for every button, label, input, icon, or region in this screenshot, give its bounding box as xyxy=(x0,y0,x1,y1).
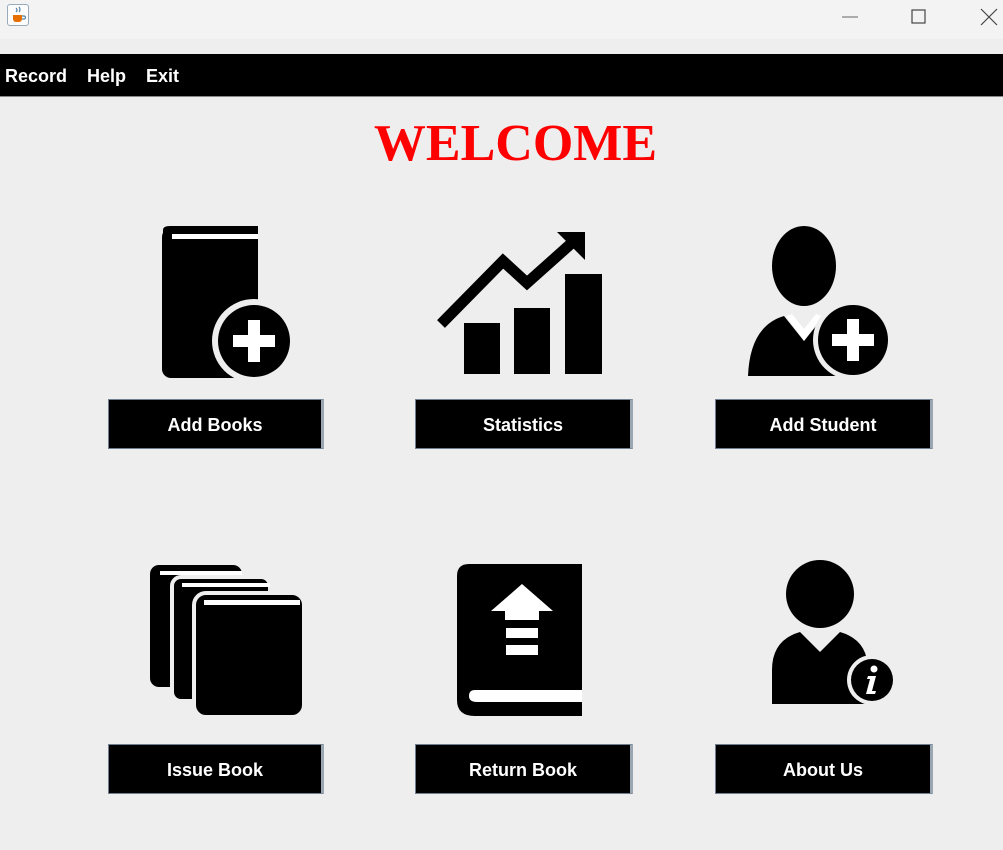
book-upload-icon xyxy=(455,564,585,723)
java-cup-icon xyxy=(7,4,29,26)
close-icon[interactable] xyxy=(966,0,1003,34)
menu-record[interactable]: Record xyxy=(5,54,67,96)
book-plus-icon xyxy=(160,226,296,385)
return-book-button[interactable]: Return Book xyxy=(415,744,633,794)
add-student-button[interactable]: Add Student xyxy=(715,399,933,449)
chart-trend-icon xyxy=(437,228,605,383)
menu-bar: Record Help Exit xyxy=(0,54,1003,97)
books-stack-icon xyxy=(150,563,306,724)
add-books-button[interactable]: Add Books xyxy=(108,399,324,449)
statistics-button[interactable]: Statistics xyxy=(415,399,633,449)
about-us-button[interactable]: About Us xyxy=(715,744,933,794)
menu-help[interactable]: Help xyxy=(87,54,126,96)
minimize-icon[interactable] xyxy=(827,0,873,34)
issue-book-button[interactable]: Issue Book xyxy=(108,744,324,794)
maximize-icon[interactable] xyxy=(896,0,942,34)
page-title: WELCOME xyxy=(373,115,658,172)
title-bar xyxy=(0,0,1003,39)
menu-exit[interactable]: Exit xyxy=(146,54,179,96)
user-plus-icon xyxy=(746,226,894,385)
user-info-icon xyxy=(770,560,898,713)
